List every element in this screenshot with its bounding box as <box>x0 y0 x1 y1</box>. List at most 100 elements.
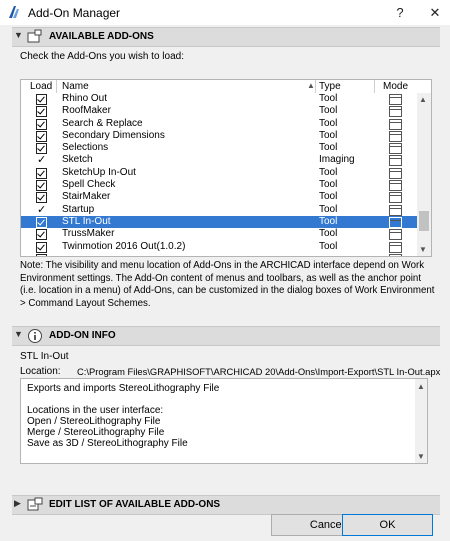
mode-icon[interactable] <box>389 241 402 253</box>
mode-icon[interactable] <box>389 106 402 118</box>
addon-name: Secondary Dimensions <box>62 129 165 141</box>
location-label: Location: <box>20 366 61 377</box>
edit-list-section-header[interactable]: ▶ EDIT LIST OF AVAILABLE ADD-ONS <box>12 495 440 515</box>
addon-info-section-header[interactable]: ▼ ADD-ON INFO <box>12 326 440 346</box>
column-header-name[interactable]: Name <box>62 81 89 92</box>
table-row[interactable]: Search & Replace Tool <box>21 118 417 130</box>
addon-type: Tool <box>319 142 338 154</box>
scroll-thumb[interactable] <box>419 211 429 231</box>
column-divider <box>374 80 375 93</box>
table-row[interactable]: SketchUp In-Out Tool <box>21 167 417 179</box>
section-title: ADD-ON INFO <box>49 330 116 341</box>
mode-icon[interactable] <box>389 130 402 142</box>
load-checkbox[interactable] <box>36 241 47 253</box>
table-row[interactable]: ✓ Sketch Imaging <box>21 153 417 167</box>
load-checkbox[interactable] <box>36 216 47 228</box>
table-row[interactable]: Twinmotion 2016 Out(1.0.2) Tool <box>21 241 417 253</box>
addon-name: TrussMaker <box>62 228 115 240</box>
addon-type: Tool <box>319 117 338 129</box>
description-line: Locations in the user interface: <box>27 405 164 416</box>
table-row[interactable]: RoofMaker Tool <box>21 105 417 118</box>
load-checkbox[interactable] <box>36 130 47 142</box>
addon-name: Sketch <box>62 154 93 166</box>
table-row[interactable]: StairMaker Tool <box>21 191 417 204</box>
column-divider <box>56 80 57 93</box>
addon-type: Tool <box>319 93 338 104</box>
mode-icon[interactable] <box>389 216 402 228</box>
description-line: Save as 3D / StereoLithography File <box>27 438 188 449</box>
checkmark-icon[interactable]: ✓ <box>37 203 46 216</box>
section-title: EDIT LIST OF AVAILABLE ADD-ONS <box>49 499 221 510</box>
table-scrollbar[interactable]: ▲ ▼ <box>417 93 431 256</box>
description-line: Exports and imports StereoLithography Fi… <box>27 383 220 394</box>
table-row[interactable]: TrussMaker Tool <box>21 228 417 241</box>
addon-name: Twinmotion 2016 Out(1.0.2) <box>62 240 186 252</box>
addons-list: Rhino Out Tool RoofMaker Tool Search & Repla… <box>21 93 417 256</box>
load-checkbox[interactable] <box>36 229 47 241</box>
table-row[interactable]: ... <box>21 253 417 256</box>
column-divider <box>315 80 316 93</box>
mode-icon[interactable] <box>389 155 402 167</box>
mode-icon[interactable] <box>389 229 402 241</box>
mode-icon[interactable] <box>389 118 402 130</box>
description-line: Open / StereoLithography File <box>27 416 161 427</box>
mode-icon[interactable] <box>389 192 402 204</box>
table-row[interactable]: ✓ Startup Tool <box>21 204 417 216</box>
addon-type: Tool <box>319 129 338 141</box>
description-box[interactable]: Exports and imports StereoLithography Fi… <box>20 378 428 464</box>
description-line <box>27 394 219 405</box>
ok-button[interactable]: OK <box>342 514 433 536</box>
addons-table: Load Name ▲ Type Mode Rhino Out Tool RoofM… <box>20 79 432 257</box>
sort-asc-icon: ▲ <box>307 81 315 90</box>
available-addons-section-header[interactable]: ▼ AVAILABLE ADD-ONS <box>12 27 440 47</box>
addon-name: Rhino Out <box>62 93 108 104</box>
table-row[interactable]: Secondary Dimensions Tool <box>21 130 417 142</box>
column-header-type[interactable]: Type <box>319 81 341 92</box>
table-row[interactable]: Spell Check Tool <box>21 179 417 192</box>
load-checkbox[interactable] <box>36 253 47 256</box>
note-text: Note: The visibility and menu location o… <box>20 260 435 309</box>
addon-type: Imaging <box>319 154 355 166</box>
scroll-down-icon[interactable]: ▼ <box>417 451 425 462</box>
addon-type: Tool <box>319 240 338 252</box>
addon-name: Search & Replace <box>62 117 143 129</box>
addon-name: Startup <box>62 203 95 215</box>
addon-type: Tool <box>319 166 338 178</box>
load-checkbox[interactable] <box>36 118 47 130</box>
mode-icon[interactable] <box>389 204 402 216</box>
mode-icon[interactable] <box>389 143 402 155</box>
help-button[interactable]: ? <box>385 0 415 25</box>
description-line: Merge / StereoLithography File <box>27 427 165 438</box>
archicad-logo-icon <box>9 6 19 18</box>
selected-addon-name: STL In-Out <box>20 351 69 362</box>
description-scrollbar[interactable]: ▲ ▼ <box>415 379 427 463</box>
collapse-arrow-icon: ▼ <box>14 30 23 40</box>
description-text: Exports and imports StereoLithography Fi… <box>27 383 219 449</box>
load-checkbox[interactable] <box>36 106 47 118</box>
title-bar: Add-On Manager ? ✕ <box>0 0 450 25</box>
table-row[interactable]: Selections Tool <box>21 142 417 155</box>
table-row[interactable]: STL In-Out Tool <box>21 215 417 229</box>
scroll-up-icon[interactable]: ▲ <box>419 95 427 104</box>
mode-icon[interactable] <box>389 253 402 256</box>
scroll-down-icon[interactable]: ▼ <box>419 245 427 254</box>
table-row[interactable]: Rhino Out Tool <box>21 93 417 105</box>
checkmark-icon[interactable]: ✓ <box>37 153 46 166</box>
mode-icon[interactable] <box>389 167 402 179</box>
addon-type: Tool <box>319 191 338 203</box>
column-header-load[interactable]: Load <box>30 81 52 92</box>
plugin-icon <box>27 29 42 43</box>
table-header: Load Name ▲ Type Mode <box>21 80 431 93</box>
mode-icon[interactable] <box>389 94 402 105</box>
load-checkbox[interactable] <box>36 94 47 105</box>
scroll-up-icon[interactable]: ▲ <box>417 381 425 392</box>
load-checkbox[interactable] <box>36 167 47 179</box>
expand-arrow-icon: ▶ <box>14 498 21 508</box>
addon-name: Selections <box>62 142 109 154</box>
mode-icon[interactable] <box>389 180 402 192</box>
section-title: AVAILABLE ADD-ONS <box>49 31 154 42</box>
load-checkbox[interactable] <box>36 180 47 192</box>
close-button[interactable]: ✕ <box>420 0 450 25</box>
column-header-mode[interactable]: Mode <box>383 81 408 92</box>
window-title: Add-On Manager <box>28 6 121 20</box>
